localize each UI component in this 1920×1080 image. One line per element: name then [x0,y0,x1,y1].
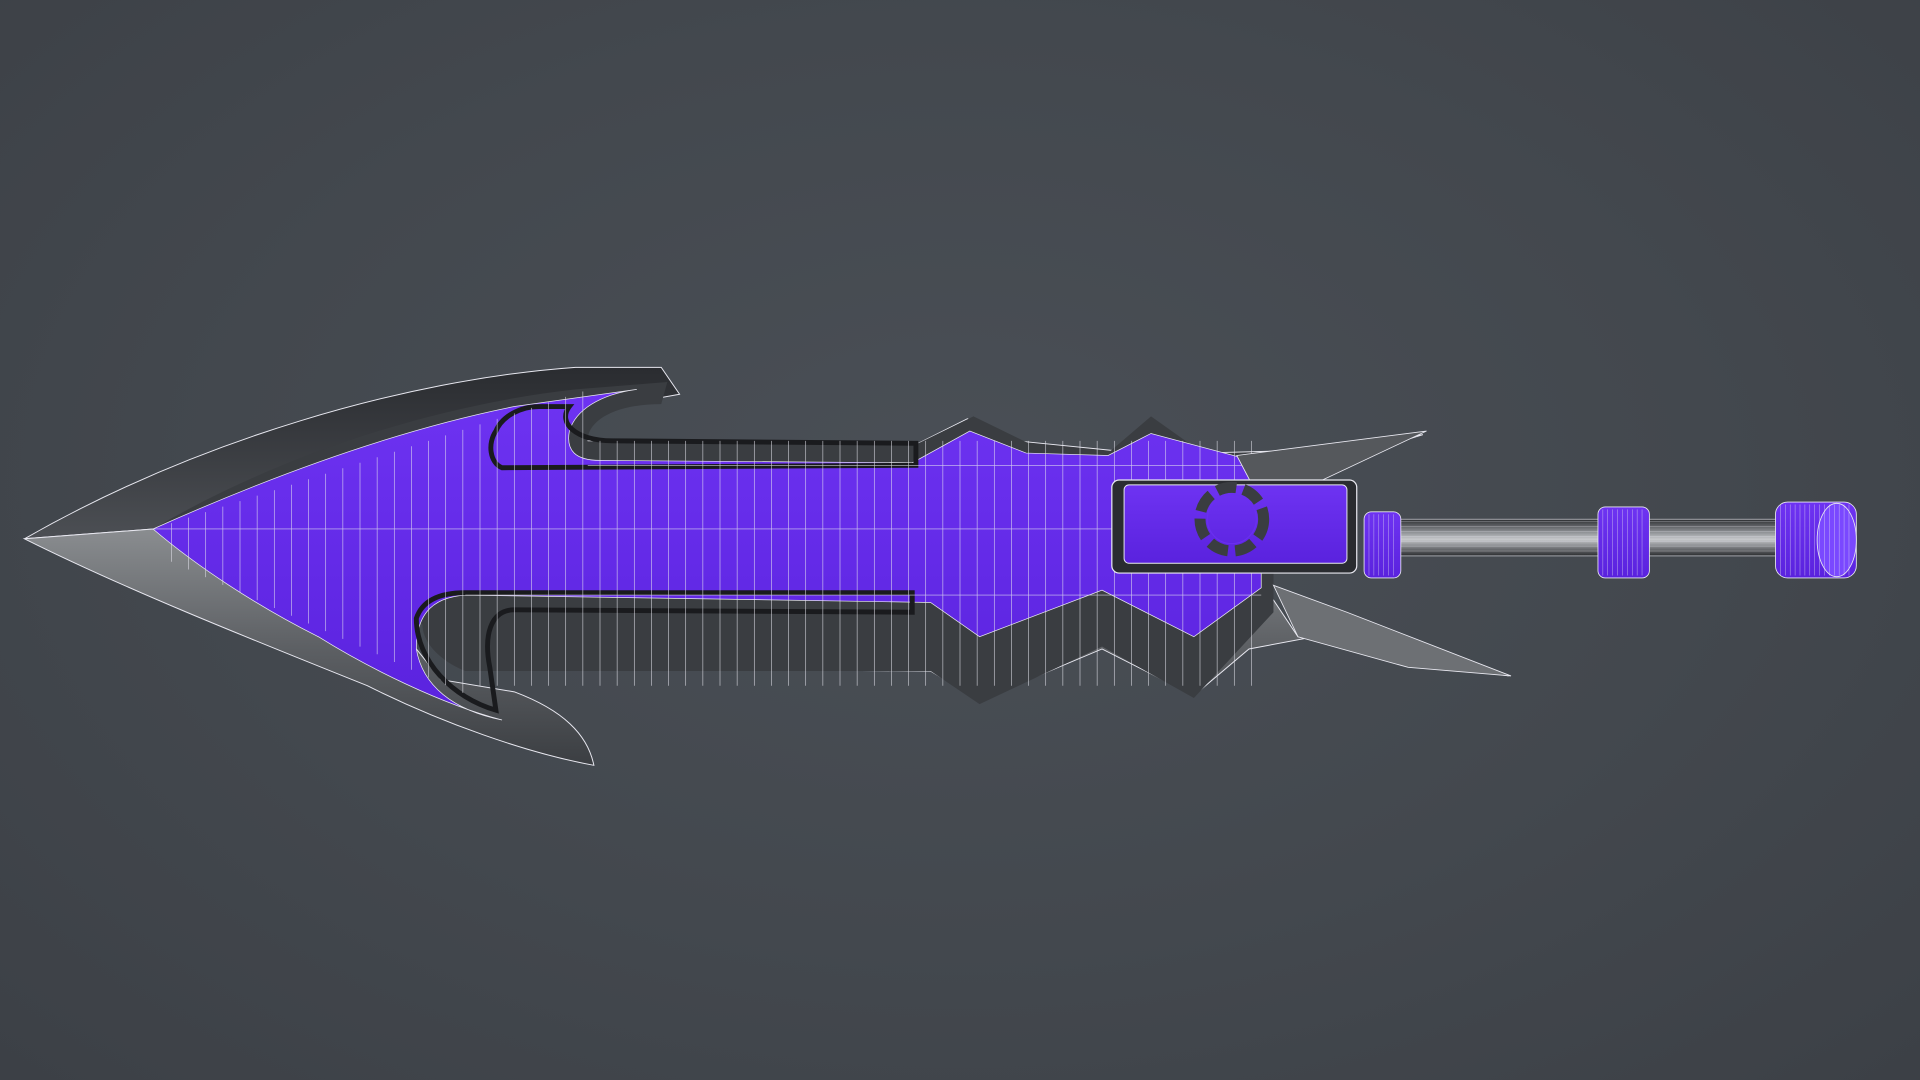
pommel-end [1816,502,1857,578]
lower-spike [1272,584,1512,677]
grip-ring-middle [1597,506,1650,579]
grip-ring-guard [1363,511,1402,579]
sword-model [22,366,1857,766]
render-viewport [0,0,1920,1080]
guard-plate [1111,479,1358,574]
